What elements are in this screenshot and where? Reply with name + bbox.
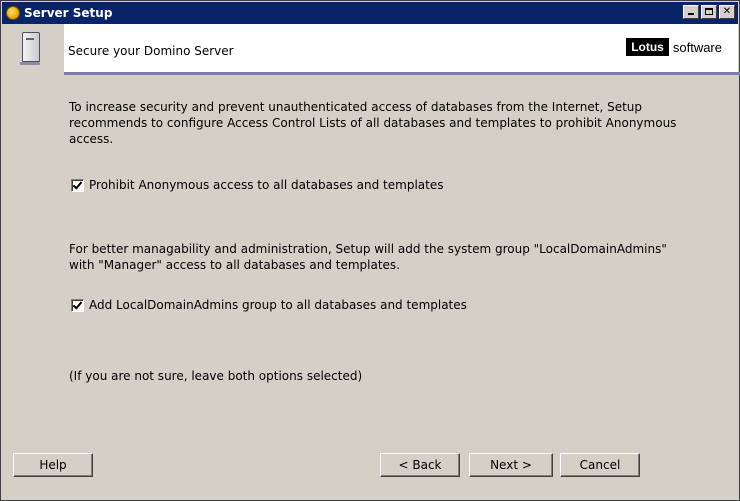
window-title: Server Setup — [24, 6, 113, 20]
minimize-button[interactable] — [683, 5, 699, 19]
title-bar[interactable]: Server Setup ✕ — [2, 2, 738, 24]
close-button[interactable]: ✕ — [719, 5, 735, 19]
logo-suffix: software — [672, 39, 722, 55]
prohibit-anonymous-label[interactable]: Prohibit Anonymous access to all databas… — [89, 178, 443, 192]
hint-text: (If you are not sure, leave both options… — [69, 369, 363, 383]
logo-brand: Lotus — [626, 38, 669, 56]
prohibit-anonymous-checkbox[interactable] — [71, 178, 84, 192]
window-controls: ✕ — [681, 5, 735, 19]
wizard-header: Secure your Domino Server Lotus software — [2, 24, 740, 75]
prohibit-anonymous-option[interactable]: Prohibit Anonymous access to all databas… — [71, 178, 443, 192]
server-setup-window: Server Setup ✕ Secure your Domino Server… — [0, 0, 740, 501]
server-icon — [20, 32, 40, 65]
page-title: Secure your Domino Server — [68, 44, 234, 58]
cancel-button[interactable]: Cancel — [560, 453, 640, 477]
add-admins-label[interactable]: Add LocalDomainAdmins group to all datab… — [89, 298, 467, 312]
back-button[interactable]: < Back — [380, 453, 460, 477]
lotus-icon — [6, 6, 20, 20]
add-admins-option[interactable]: Add LocalDomainAdmins group to all datab… — [71, 298, 467, 312]
help-button[interactable]: Help — [13, 453, 93, 477]
maximize-button[interactable] — [701, 5, 717, 19]
next-button[interactable]: Next > — [469, 453, 553, 477]
admin-text: For better managability and administrati… — [69, 242, 667, 272]
intro-text: To increase security and prevent unauthe… — [69, 100, 677, 146]
header-divider — [64, 72, 740, 75]
add-admins-checkbox[interactable] — [71, 298, 84, 312]
lotus-software-logo: Lotus software — [626, 38, 722, 56]
